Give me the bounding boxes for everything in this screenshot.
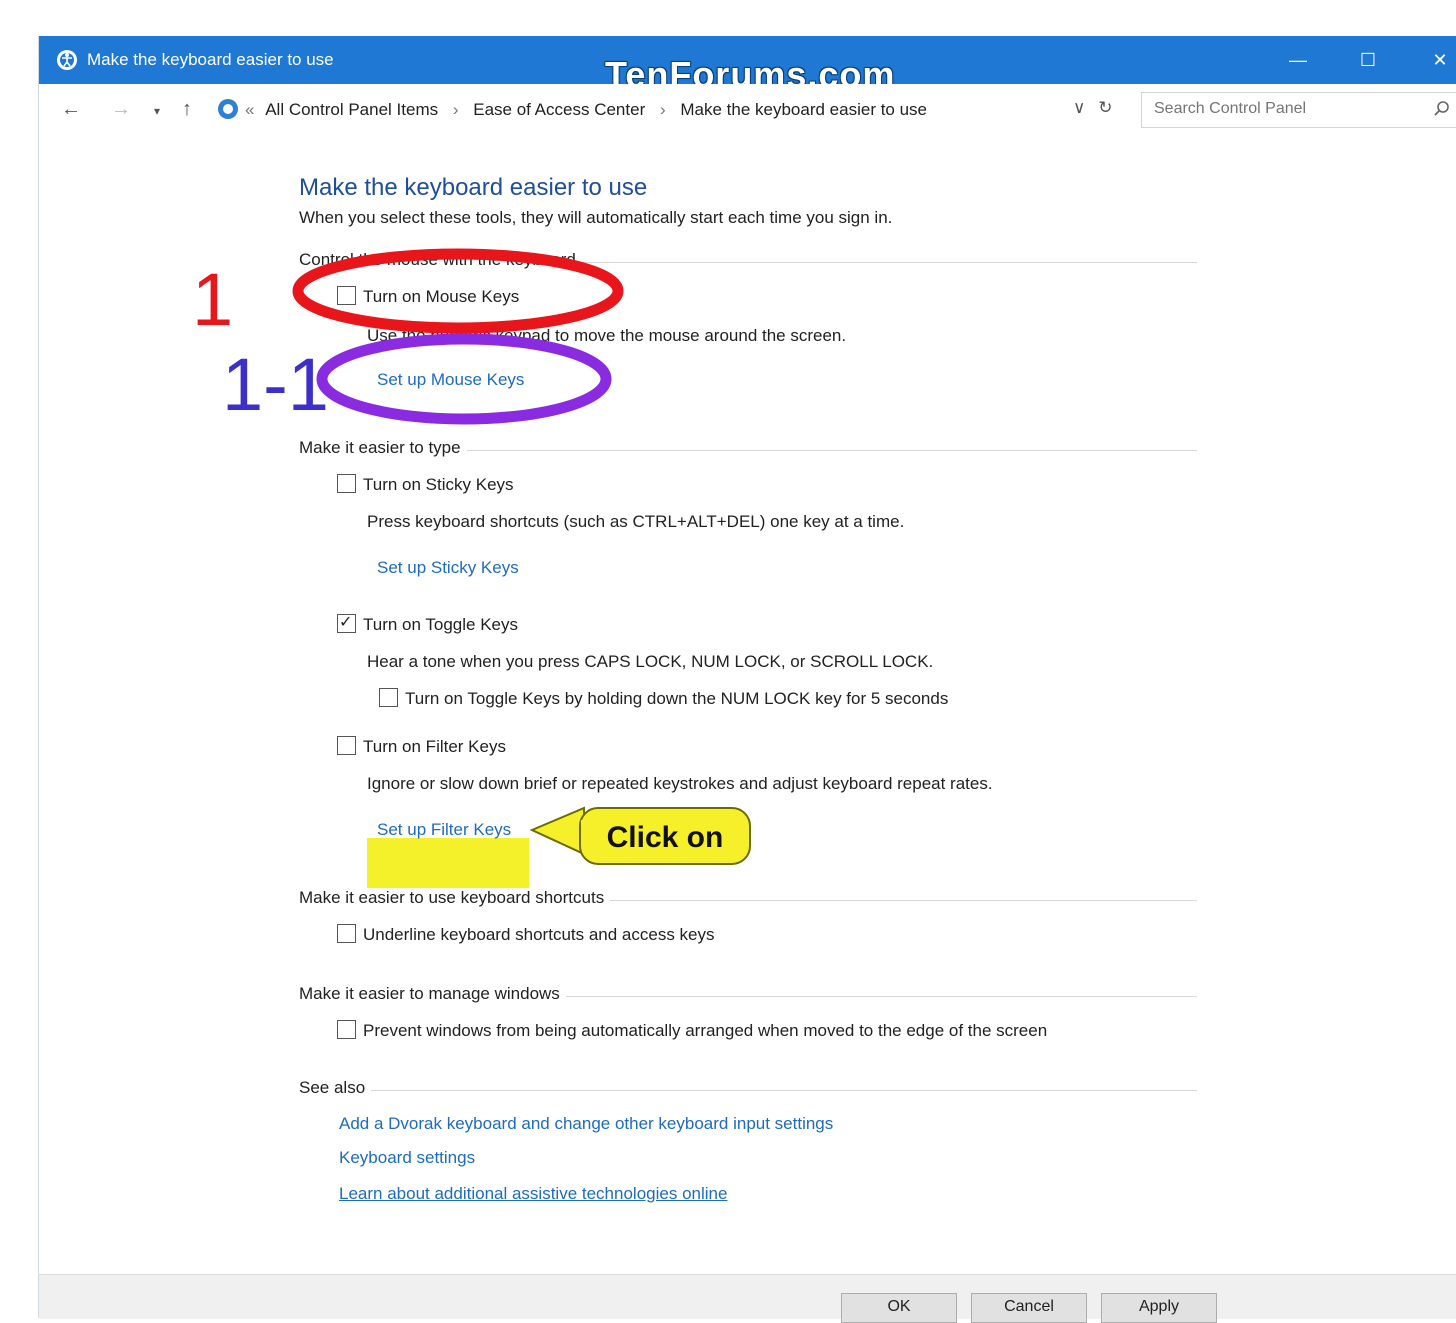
step-1-1-label: 1-1 [222,343,329,426]
callout-pointer [529,806,585,856]
annotation-overlay: 1 1-1 Click on [192,248,751,865]
callout-text: Click on [607,821,724,854]
purple-circle-annotation [316,333,612,425]
red-circle-annotation [292,248,624,334]
step-1-label: 1 [192,258,233,341]
callout-join [581,820,587,842]
